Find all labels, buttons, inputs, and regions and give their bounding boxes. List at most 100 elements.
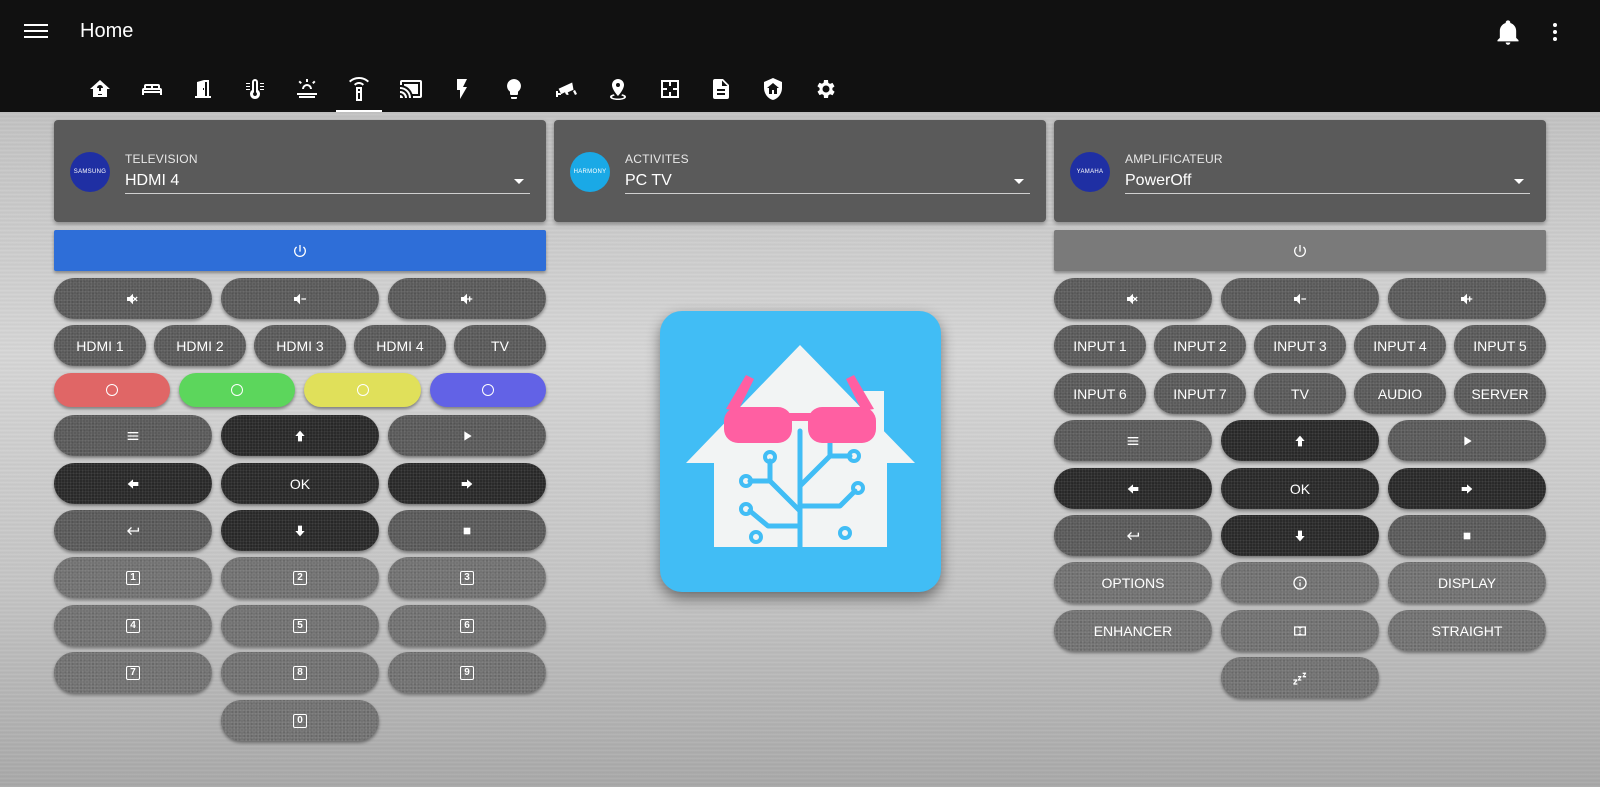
tv-green-button[interactable] bbox=[179, 373, 295, 407]
home-automation-icon bbox=[89, 80, 110, 97]
tv-input-tv[interactable]: TV bbox=[454, 325, 546, 366]
amp-input-audio[interactable]: AUDIO bbox=[1354, 373, 1446, 414]
info-icon bbox=[1293, 575, 1307, 590]
tv-up-button[interactable] bbox=[221, 415, 379, 456]
tab-floor-plan[interactable] bbox=[644, 66, 696, 112]
kebab-icon[interactable] bbox=[1545, 18, 1565, 46]
tv-back-button[interactable] bbox=[54, 510, 212, 551]
tv-ok-button[interactable]: OK bbox=[221, 463, 379, 504]
yamaha-logo: YAMAHA bbox=[1070, 152, 1110, 192]
tv-down-button[interactable] bbox=[221, 510, 379, 551]
numeric-1-box-icon: 1 bbox=[126, 570, 140, 585]
tab-map-marker[interactable] bbox=[592, 66, 644, 112]
tab-door[interactable] bbox=[178, 66, 230, 112]
numeric-8-box-icon: 8 bbox=[293, 665, 307, 680]
amp-play-button[interactable] bbox=[1388, 420, 1546, 461]
tv-digit-4[interactable]: 4 bbox=[54, 605, 212, 646]
tab-remote[interactable] bbox=[333, 66, 385, 112]
tv-input-hdmi2[interactable]: HDMI 2 bbox=[154, 325, 246, 366]
tv-power-button[interactable] bbox=[54, 230, 546, 271]
amplificateur-select[interactable]: PowerOff bbox=[1125, 170, 1530, 194]
amp-right-button[interactable] bbox=[1388, 468, 1546, 509]
amp-info-button[interactable] bbox=[1221, 562, 1379, 603]
bell-icon[interactable] bbox=[1494, 18, 1522, 46]
amp-sleep-button[interactable] bbox=[1221, 657, 1379, 698]
tv-play-button[interactable] bbox=[388, 415, 546, 456]
tv-digit-0[interactable]: 0 bbox=[221, 700, 379, 741]
door-icon bbox=[195, 80, 212, 98]
amp-input-1[interactable]: INPUT 1 bbox=[1054, 325, 1146, 366]
amp-stop-button[interactable] bbox=[1388, 515, 1546, 556]
circle-icon bbox=[482, 384, 494, 396]
amp-input-3[interactable]: INPUT 3 bbox=[1254, 325, 1346, 366]
tab-shield-home[interactable] bbox=[747, 66, 799, 112]
television-select-card: SAMSUNG TELEVISION HDMI 4 bbox=[54, 120, 546, 222]
amp-input-4[interactable]: INPUT 4 bbox=[1354, 325, 1446, 366]
stop-icon bbox=[1463, 532, 1471, 539]
amp-enhancer-button[interactable]: ENHANCER bbox=[1054, 610, 1212, 651]
mute-icon bbox=[127, 293, 138, 304]
amplificateur-select-card: YAMAHA AMPLIFICATEUR PowerOff bbox=[1054, 120, 1546, 222]
amp-volume-down-button[interactable] bbox=[1221, 278, 1379, 319]
television-source-value: HDMI 4 bbox=[125, 172, 180, 189]
chevron-down-icon bbox=[514, 179, 524, 184]
tv-menu-button[interactable] bbox=[54, 415, 212, 456]
amp-input-5[interactable]: INPUT 5 bbox=[1454, 325, 1546, 366]
tv-left-button[interactable] bbox=[54, 463, 212, 504]
amp-input-6[interactable]: INPUT 6 bbox=[1054, 373, 1146, 414]
tab-thermometer[interactable] bbox=[229, 66, 281, 112]
tv-volume-up-button[interactable] bbox=[388, 278, 546, 319]
tv-blue-button[interactable] bbox=[430, 373, 546, 407]
tv-volume-down-button[interactable] bbox=[221, 278, 379, 319]
amp-up-button[interactable] bbox=[1221, 420, 1379, 461]
page-title: Home bbox=[80, 20, 134, 42]
tv-mute-button[interactable] bbox=[54, 278, 212, 319]
tv-stop-button[interactable] bbox=[388, 510, 546, 551]
tv-digit-9[interactable]: 9 bbox=[388, 652, 546, 693]
amp-options-button[interactable]: OPTIONS bbox=[1054, 562, 1212, 603]
amp-straight-button[interactable]: STRAIGHT bbox=[1388, 610, 1546, 651]
stop-icon bbox=[463, 527, 471, 534]
tab-home-automation[interactable] bbox=[74, 66, 126, 112]
tv-yellow-button[interactable] bbox=[304, 373, 421, 407]
menu-icon[interactable] bbox=[22, 20, 50, 44]
tab-document[interactable] bbox=[696, 66, 748, 112]
tv-digit-2[interactable]: 2 bbox=[221, 557, 379, 598]
amp-input-2[interactable]: INPUT 2 bbox=[1154, 325, 1246, 366]
tv-input-hdmi4[interactable]: HDMI 4 bbox=[354, 325, 446, 366]
tv-red-button[interactable] bbox=[54, 373, 170, 407]
amp-back-button[interactable] bbox=[1054, 515, 1212, 556]
tv-digit-6[interactable]: 6 bbox=[388, 605, 546, 646]
amp-surround-button[interactable] bbox=[1221, 610, 1379, 651]
amp-ok-button[interactable]: OK bbox=[1221, 468, 1379, 509]
amp-menu-button[interactable] bbox=[1054, 420, 1212, 461]
amp-down-button[interactable] bbox=[1221, 515, 1379, 556]
tv-input-hdmi3[interactable]: HDMI 3 bbox=[254, 325, 346, 366]
tab-cast[interactable] bbox=[385, 66, 437, 112]
amp-left-button[interactable] bbox=[1054, 468, 1212, 509]
television-source-select[interactable]: HDMI 4 bbox=[125, 170, 530, 194]
tab-lightbulb[interactable] bbox=[488, 66, 540, 112]
amp-power-button[interactable] bbox=[1054, 230, 1546, 271]
tv-input-hdmi1[interactable]: HDMI 1 bbox=[54, 325, 146, 366]
tv-digit-3[interactable]: 3 bbox=[388, 557, 546, 598]
tab-settings[interactable] bbox=[799, 66, 851, 112]
tab-flash[interactable] bbox=[437, 66, 489, 112]
tab-sofa[interactable] bbox=[126, 66, 178, 112]
tv-digit-5[interactable]: 5 bbox=[221, 605, 379, 646]
activites-select[interactable]: PC TV bbox=[625, 170, 1030, 194]
amp-display-button[interactable]: DISPLAY bbox=[1388, 562, 1546, 603]
tv-digit-1[interactable]: 1 bbox=[54, 557, 212, 598]
tv-right-button[interactable] bbox=[388, 463, 546, 504]
amp-input-tv[interactable]: TV bbox=[1254, 373, 1346, 414]
tab-cctv[interactable] bbox=[540, 66, 592, 112]
amp-mute-button[interactable] bbox=[1054, 278, 1212, 319]
amp-input-7[interactable]: INPUT 7 bbox=[1154, 373, 1246, 414]
tab-weather[interactable] bbox=[281, 66, 333, 112]
tv-digit-8[interactable]: 8 bbox=[221, 652, 379, 693]
tv-digit-7[interactable]: 7 bbox=[54, 652, 212, 693]
amp-volume-up-button[interactable] bbox=[1388, 278, 1546, 319]
amp-input-server[interactable]: SERVER bbox=[1454, 373, 1546, 414]
menu-lines-icon bbox=[127, 431, 139, 440]
power-icon bbox=[1294, 244, 1306, 257]
